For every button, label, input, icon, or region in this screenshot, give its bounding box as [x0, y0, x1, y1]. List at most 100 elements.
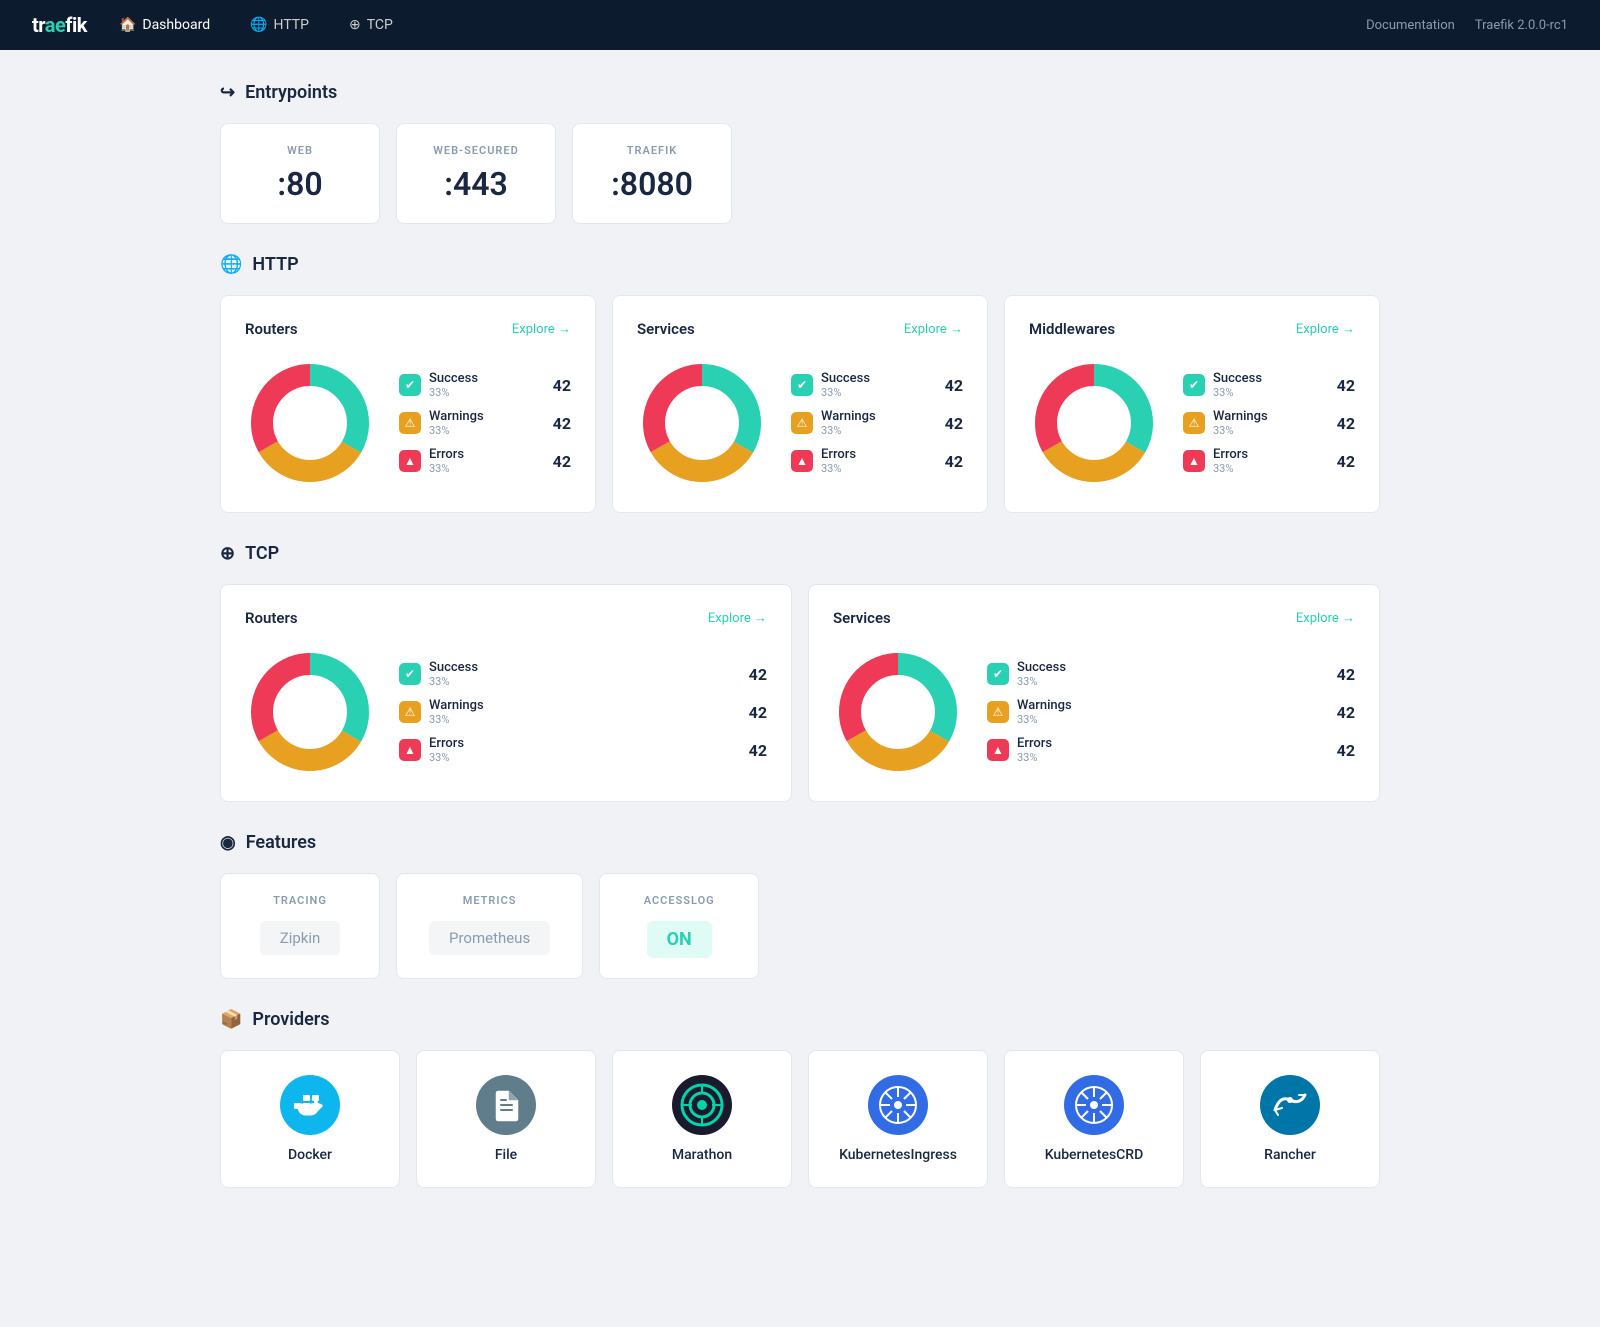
provider-card-kubernetesingress[interactable]: KubernetesIngress	[808, 1050, 988, 1188]
warning-pct: 33%	[429, 713, 741, 726]
provider-card-file[interactable]: File	[416, 1050, 596, 1188]
tcp-icon: ⊕	[349, 17, 361, 33]
error-count: 42	[1337, 741, 1355, 760]
donut-chart	[245, 647, 375, 777]
warning-icon: ⚠	[987, 701, 1009, 723]
explore-link[interactable]: Explore →	[512, 321, 571, 337]
success-count: 42	[553, 376, 571, 395]
success-label: Success	[1017, 660, 1329, 675]
legend-success: ✔ Success 33% 42	[1183, 371, 1355, 399]
legend-success: ✔ Success 33% 42	[399, 371, 571, 399]
features-row: TRACING Zipkin METRICS Prometheus ACCESS…	[220, 873, 1380, 979]
provider-icon-marathon	[672, 1075, 732, 1135]
legend-success-text: Success 33%	[429, 660, 741, 688]
warning-pct: 33%	[1017, 713, 1329, 726]
legend-warning-text: Warnings 33%	[429, 698, 741, 726]
provider-name: Rancher	[1221, 1147, 1359, 1163]
brand-logo: traefik	[32, 13, 87, 37]
stat-card-header: Middlewares Explore →	[1029, 320, 1355, 338]
legend-warning: ⚠ Warnings 33% 42	[399, 698, 767, 726]
nav-tcp[interactable]: ⊕ TCP	[341, 13, 401, 37]
error-pct: 33%	[429, 751, 741, 764]
legend-warning: ⚠ Warnings 33% 42	[987, 698, 1355, 726]
warning-label: Warnings	[429, 698, 741, 713]
home-icon: 🏠	[119, 17, 136, 33]
legend-success-text: Success 33%	[429, 371, 545, 399]
success-pct: 33%	[429, 675, 741, 688]
entrypoint-traefik-label: TRAEFIK	[605, 144, 699, 157]
success-icon: ✔	[1183, 374, 1205, 396]
error-label: Errors	[1213, 447, 1329, 462]
providers-header: 📦 Providers	[220, 1009, 1380, 1030]
provider-icon-docker	[280, 1075, 340, 1135]
provider-card-kubernetescrd[interactable]: KubernetesCRD	[1004, 1050, 1184, 1188]
legend-success: ✔ Success 33% 42	[987, 660, 1355, 688]
feature-label: METRICS	[429, 894, 550, 907]
explore-link[interactable]: Explore →	[1296, 321, 1355, 337]
legend-warning: ⚠ Warnings 33% 42	[399, 409, 571, 437]
entrypoints-header: ↪ Entrypoints	[220, 82, 1380, 103]
error-icon: ▲	[987, 739, 1009, 761]
nav-dashboard[interactable]: 🏠 Dashboard	[111, 13, 218, 37]
warning-icon: ⚠	[1183, 412, 1205, 434]
http-title: HTTP	[252, 254, 298, 275]
success-pct: 33%	[1017, 675, 1329, 688]
explore-link[interactable]: Explore →	[708, 610, 767, 626]
success-count: 42	[945, 376, 963, 395]
stat-card-body: ✔ Success 33% 42 ⚠ Warnings 33% 42	[637, 358, 963, 488]
feature-card-0: TRACING Zipkin	[220, 873, 380, 979]
error-count: 42	[1337, 452, 1355, 471]
http-header: 🌐 HTTP	[220, 254, 1380, 275]
nav-dashboard-label: Dashboard	[142, 17, 210, 33]
tcp-title: TCP	[245, 543, 279, 564]
legend-success-text: Success 33%	[1017, 660, 1329, 688]
http-icon: 🌐	[220, 254, 242, 275]
stat-card-header: Routers Explore →	[245, 609, 767, 627]
success-icon: ✔	[399, 663, 421, 685]
http-card-1: Services Explore → ✔ Success 33% 42 ⚠	[612, 295, 988, 513]
legend-success-text: Success 33%	[821, 371, 937, 399]
tcp-card-1: Services Explore → ✔ Success 33% 42 ⚠	[808, 584, 1380, 802]
success-pct: 33%	[429, 386, 545, 399]
success-icon: ✔	[791, 374, 813, 396]
error-pct: 33%	[429, 462, 545, 475]
provider-icon-rancher	[1260, 1075, 1320, 1135]
doc-link[interactable]: Documentation	[1366, 18, 1455, 33]
feature-card-1: METRICS Prometheus	[396, 873, 583, 979]
success-icon: ✔	[399, 374, 421, 396]
navbar: traefik 🏠 Dashboard 🌐 HTTP ⊕ TCP Documen…	[0, 0, 1600, 50]
legend-error: ▲ Errors 33% 42	[987, 736, 1355, 764]
warning-count: 42	[553, 414, 571, 433]
explore-link[interactable]: Explore →	[904, 321, 963, 337]
provider-card-rancher[interactable]: Rancher	[1200, 1050, 1380, 1188]
stat-card-header: Services Explore →	[833, 609, 1355, 627]
success-icon: ✔	[987, 663, 1009, 685]
legend-success-text: Success 33%	[1213, 371, 1329, 399]
legend-success: ✔ Success 33% 42	[791, 371, 963, 399]
error-count: 42	[749, 741, 767, 760]
warning-label: Warnings	[1213, 409, 1329, 424]
error-icon: ▲	[399, 450, 421, 472]
legend: ✔ Success 33% 42 ⚠ Warnings 33% 42	[791, 371, 963, 475]
features-icon: ◉	[220, 832, 236, 853]
warning-label: Warnings	[429, 409, 545, 424]
provider-icon-kubernetescrd	[1064, 1075, 1124, 1135]
feature-value: Zipkin	[260, 921, 341, 955]
globe-icon: 🌐	[250, 17, 267, 33]
feature-value: Prometheus	[429, 921, 550, 955]
stat-card-header: Routers Explore →	[245, 320, 571, 338]
provider-name: File	[437, 1147, 575, 1163]
legend-error: ▲ Errors 33% 42	[1183, 447, 1355, 475]
providers-title: Providers	[252, 1009, 329, 1030]
legend-warning: ⚠ Warnings 33% 42	[1183, 409, 1355, 437]
error-label: Errors	[821, 447, 937, 462]
stat-card-title: Routers	[245, 320, 298, 338]
provider-card-marathon[interactable]: Marathon	[612, 1050, 792, 1188]
features-header: ◉ Features	[220, 832, 1380, 853]
entrypoint-web: WEB :80	[220, 123, 380, 224]
error-count: 42	[553, 452, 571, 471]
nav-http[interactable]: 🌐 HTTP	[242, 13, 317, 37]
explore-link[interactable]: Explore →	[1296, 610, 1355, 626]
error-label: Errors	[1017, 736, 1329, 751]
provider-card-docker[interactable]: Docker	[220, 1050, 400, 1188]
